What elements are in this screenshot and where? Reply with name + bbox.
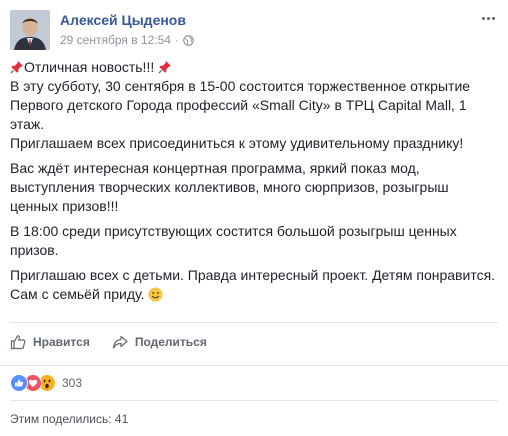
pushpin-icon (158, 60, 172, 74)
post-title: Отличная новость!!! (24, 59, 155, 75)
like-reaction-icon (10, 374, 28, 392)
globe-icon[interactable] (183, 34, 194, 46)
share-button[interactable]: Поделиться (112, 334, 207, 350)
reactions-summary[interactable]: 303 (10, 374, 82, 392)
pushpin-icon (10, 60, 24, 74)
post-header: Алексей Цыденов 29 сентября в 12:54 · (10, 8, 500, 52)
avatar[interactable] (10, 10, 50, 50)
divider (0, 365, 508, 366)
post-meta: 29 сентября в 12:54 · (60, 33, 194, 47)
paragraph-3: В 18:00 среди присутствующих состится бо… (10, 223, 457, 258)
timestamp[interactable]: 29 сентября в 12:54 (60, 33, 171, 47)
author-name[interactable]: Алексей Цыденов (60, 12, 186, 28)
paragraph-2: Вас ждёт интересная концертная программа… (10, 160, 449, 214)
share-icon (112, 335, 128, 349)
share-label: Поделиться (134, 335, 207, 349)
paragraph-1: В эту субботу, 30 сентября в 15-00 состо… (10, 78, 471, 132)
divider (10, 322, 498, 323)
divider (10, 400, 498, 401)
paragraph-4: Приглашаю всех с детьми. Правда интересн… (10, 267, 496, 302)
more-icon[interactable] (478, 12, 498, 24)
like-label: Нравится (33, 335, 90, 349)
post-title-line: Отличная новость!!! (10, 58, 498, 77)
paragraph-4-wrap: Приглашаю всех с детьми. Правда интересн… (10, 266, 498, 304)
paragraph-1b: Приглашаем всех присоединиться к этому у… (10, 135, 464, 151)
post-actions: Нравится Поделиться (10, 329, 207, 355)
meta-separator: · (174, 33, 179, 47)
like-button[interactable]: Нравится (10, 334, 90, 350)
post-content: Отличная новость!!! В эту субботу, 30 се… (10, 58, 498, 310)
shares-count[interactable]: Этим поделились: 41 (10, 412, 128, 426)
smile-icon (147, 287, 163, 302)
reaction-count[interactable]: 303 (62, 376, 82, 390)
facebook-post: Алексей Цыденов 29 сентября в 12:54 · От… (0, 0, 508, 436)
thumbs-up-icon (10, 335, 26, 350)
